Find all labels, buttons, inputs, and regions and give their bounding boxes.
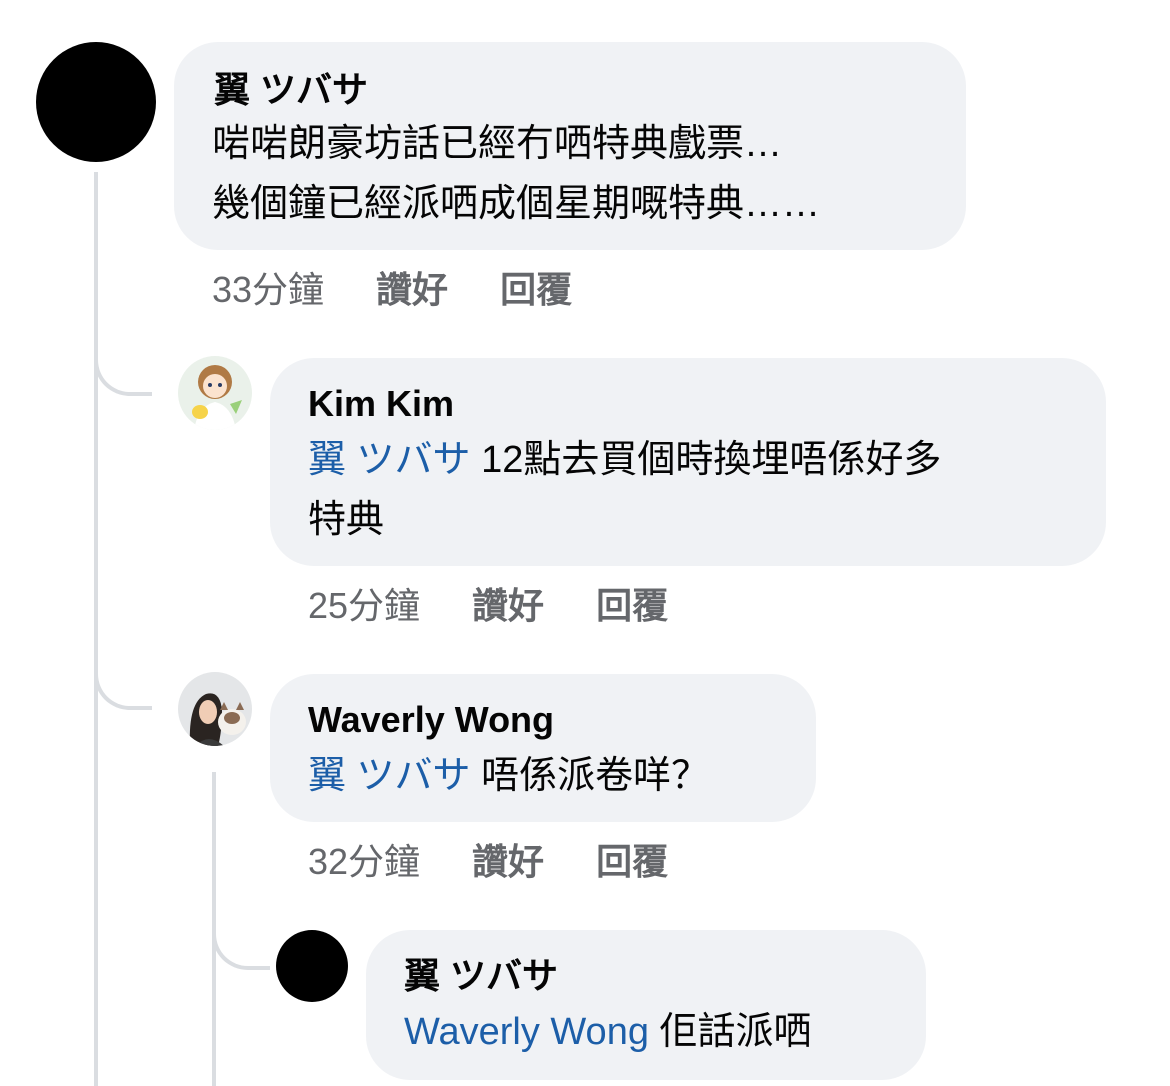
comment-timestamp[interactable]: 33分鐘 xyxy=(212,269,324,310)
comment-author[interactable]: Kim Kim xyxy=(308,384,454,424)
like-button[interactable]: 讚好 xyxy=(472,841,544,882)
comment-bubble-3: Waverly Wong 翼 ツバサ 唔係派卷咩？ xyxy=(270,674,816,822)
comment-text-line-1: 翼 ツバサ 唔係派卷咩？ xyxy=(308,746,709,806)
thread-connector-kimkim xyxy=(94,346,152,396)
avatar-tsubasa[interactable] xyxy=(276,930,348,1002)
comment-bubble-1: 翼 ツバサ 啱啱朗豪坊話已經冇哂特典戲票… 幾個鐘已經派哂成個星期嘅特典…… xyxy=(174,42,966,250)
thread-line-main xyxy=(94,172,98,1086)
thread-connector-waverly xyxy=(94,660,152,710)
comment-text: 唔係派卷咩？ xyxy=(470,755,710,797)
comment-author[interactable]: 翼 ツバサ xyxy=(404,956,558,996)
like-button[interactable]: 讚好 xyxy=(472,585,544,626)
mention-link[interactable]: 翼 ツバサ xyxy=(308,755,471,797)
comment-meta-1: 33分鐘 讚好 回覆 xyxy=(212,270,572,310)
reply-button[interactable]: 回覆 xyxy=(500,269,572,310)
comment-text: 佢話派哂 xyxy=(648,1011,812,1053)
mention-link[interactable]: 翼 ツバサ xyxy=(308,439,471,481)
comment-bubble-2: Kim Kim 翼 ツバサ 12點去買個時換埋唔係好多 特典 xyxy=(270,358,1106,566)
comment-timestamp[interactable]: 25分鐘 xyxy=(308,585,420,626)
comment-text: 12點去買個時換埋唔係好多 xyxy=(470,439,942,481)
comment-bubble-4: 翼 ツバサ Waverly Wong 佢話派哂 xyxy=(366,930,926,1080)
reply-button[interactable]: 回覆 xyxy=(596,841,668,882)
comment-text-line-2: 特典 xyxy=(308,499,385,541)
avatar-kimkim[interactable] xyxy=(178,356,252,430)
comment-text-line-2: 幾個鐘已經派哂成個星期嘅特典…… xyxy=(212,183,821,225)
mention-link[interactable]: Waverly Wong xyxy=(404,1011,649,1053)
comment-meta-2: 25分鐘 讚好 回覆 xyxy=(308,586,668,626)
avatar-waverly[interactable] xyxy=(178,672,252,746)
comment-text-line-1: 翼 ツバサ 12點去買個時換埋唔係好多 xyxy=(308,430,941,490)
like-button[interactable]: 讚好 xyxy=(376,269,448,310)
comment-text-line-1: 啱啱朗豪坊話已經冇哂特典戲票… xyxy=(212,123,783,165)
avatar-tsubasa[interactable] xyxy=(36,42,156,162)
thread-connector-nested-reply xyxy=(212,920,270,970)
comment-author[interactable]: Waverly Wong xyxy=(308,700,554,740)
comment-author[interactable]: 翼 ツバサ xyxy=(214,70,368,110)
comment-timestamp[interactable]: 32分鐘 xyxy=(308,841,420,882)
comment-text-line-1: Waverly Wong 佢話派哂 xyxy=(404,1002,812,1062)
reply-button[interactable]: 回覆 xyxy=(596,585,668,626)
comment-meta-3: 32分鐘 讚好 回覆 xyxy=(308,842,668,882)
